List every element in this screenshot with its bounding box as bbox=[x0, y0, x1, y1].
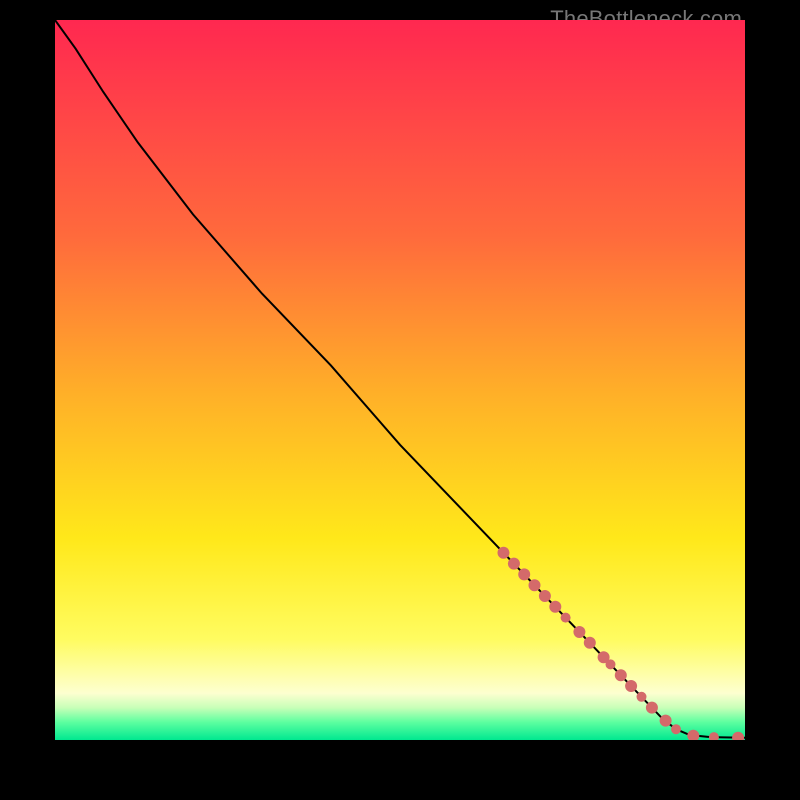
data-marker bbox=[561, 613, 571, 623]
data-marker bbox=[660, 715, 672, 727]
data-marker bbox=[615, 669, 627, 681]
chart-container: TheBottleneck.com bbox=[0, 0, 800, 800]
data-marker bbox=[498, 547, 510, 559]
data-marker bbox=[518, 568, 530, 580]
data-marker bbox=[646, 702, 658, 714]
plot-area bbox=[55, 20, 745, 740]
data-marker bbox=[573, 626, 585, 638]
data-marker bbox=[671, 724, 681, 734]
gradient-background bbox=[55, 20, 745, 740]
data-marker bbox=[625, 680, 637, 692]
data-marker bbox=[549, 601, 561, 613]
data-marker bbox=[637, 692, 647, 702]
data-marker bbox=[606, 659, 616, 669]
data-marker bbox=[529, 579, 541, 591]
chart-svg bbox=[55, 20, 745, 740]
data-marker bbox=[508, 558, 520, 570]
data-marker bbox=[539, 590, 551, 602]
data-marker bbox=[584, 637, 596, 649]
